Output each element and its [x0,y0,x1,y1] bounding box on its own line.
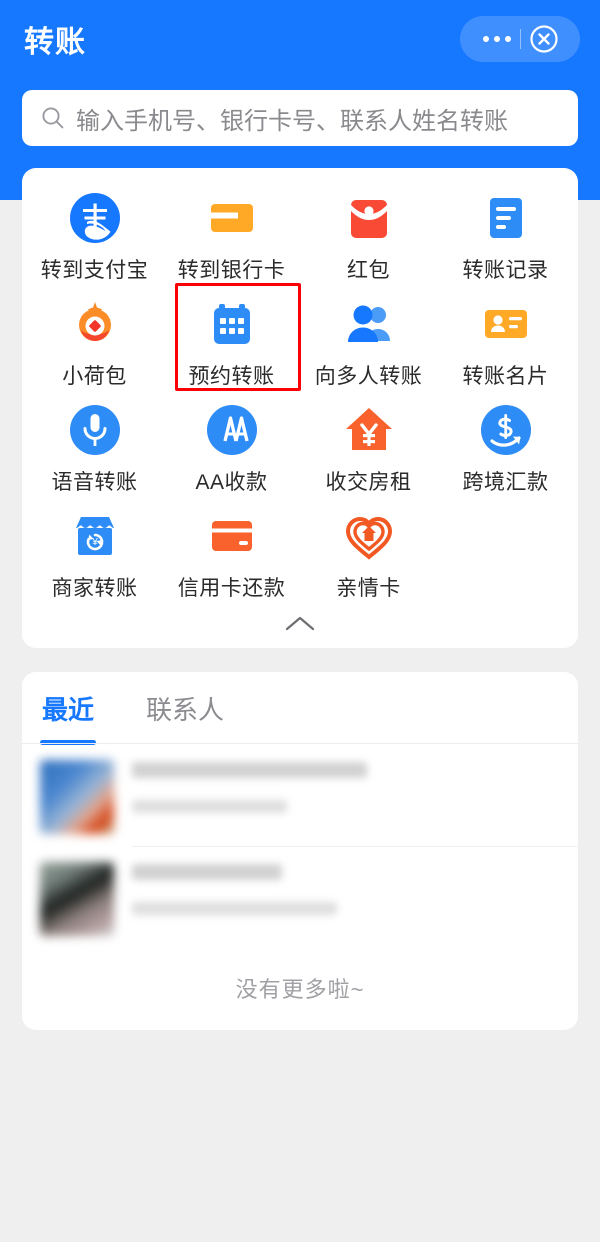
red-packet-icon [341,190,397,246]
bank-card-arrow-icon [204,190,260,246]
collapse-grid-button[interactable] [22,614,578,634]
nav-actions-capsule[interactable] [460,16,580,62]
list-item[interactable] [22,846,578,948]
calendar-icon [204,296,260,352]
grid-item-scheduled-transfer[interactable]: 预约转账 [163,288,300,394]
grid-item-label: 亲情卡 [336,577,401,600]
tab-recent[interactable]: 最近 [40,690,97,745]
grid-item-house-rent[interactable]: 收交房租 [300,394,437,500]
tab-bar: 最近 联系人 [22,672,578,745]
grid-item-label: 转到银行卡 [177,259,286,282]
list-item-subtitle [132,902,337,915]
no-more-text: 没有更多啦~ [235,977,365,1002]
tab-contacts[interactable]: 联系人 [144,690,226,727]
grid-item-family-card[interactable]: 亲情卡 [300,500,437,606]
grid-item-label: 收交房租 [325,471,412,494]
list-item-text [132,760,578,813]
aa-collect-icon [204,402,260,458]
list-item[interactable] [22,744,578,846]
list-item-subtitle [132,800,287,813]
grid-item-label: 向多人转账 [314,365,423,388]
credit-card-icon [204,508,260,564]
avatar [40,760,114,834]
grid-item-aa-collect[interactable]: AA收款 [163,394,300,500]
grid-item-red-packet[interactable]: 红包 [300,182,437,288]
chevron-up-icon [283,614,317,634]
grid-item-multi-people-transfer[interactable]: 向多人转账 [300,288,437,394]
cross-border-dollar-icon [478,402,534,458]
microphone-icon [67,402,123,458]
function-grid-card: 转到支付宝 转到银行卡 红包 转账记录 小荷包 预约转账 向多人转账 转账名片 … [22,168,578,648]
grid-item-label: 转账名片 [462,365,549,388]
list-item-name [132,864,282,880]
small-pocket-icon [67,296,123,352]
grid-item-cross-border-remittance[interactable]: 跨境汇款 [437,394,574,500]
grid-item-label: 商家转账 [51,577,138,600]
close-circle-icon[interactable] [521,24,567,54]
list-item-text [132,862,578,915]
grid-item-label: 红包 [347,259,390,282]
page-title: 转账 [24,26,86,59]
list-item-name [132,762,367,778]
house-rent-yuan-icon [341,402,397,458]
search-icon [40,105,66,131]
ellipsis-icon[interactable] [474,36,520,42]
grid-item-label: 小荷包 [62,365,127,388]
grid-item-merchant-transfer[interactable]: ¥ 商家转账 [26,500,163,606]
grid-item-label: 跨境汇款 [462,471,549,494]
avatar [40,862,114,936]
grid-item-transfer-card[interactable]: 转账名片 [437,288,574,394]
grid-item-label: 预约转账 [188,365,275,388]
grid-item-transfer-record[interactable]: 转账记录 [437,182,574,288]
recent-contacts-card: 最近 联系人 没有更多啦~ [22,672,578,1030]
grid-item-label: 信用卡还款 [177,577,286,600]
grid-item-label: 转账记录 [462,259,549,282]
multi-people-icon [341,296,397,352]
transfer-page: 转账 输入手机号、银行卡号、联系人姓名转账 转到支付宝 转到银行卡 红包 转账记… [0,0,600,1242]
alipay-logo-icon [67,190,123,246]
grid-item-label: 转到支付宝 [40,259,149,282]
function-grid: 转到支付宝 转到银行卡 红包 转账记录 小荷包 预约转账 向多人转账 转账名片 … [22,168,578,606]
family-heart-icon [341,508,397,564]
contact-card-icon [478,296,534,352]
grid-item-voice-transfer[interactable]: 语音转账 [26,394,163,500]
grid-item-small-pocket[interactable]: 小荷包 [26,288,163,394]
grid-item-bank-card-transfer[interactable]: 转到银行卡 [163,182,300,288]
svg-text:¥: ¥ [91,537,98,548]
merchant-shop-icon: ¥ [67,508,123,564]
search-input[interactable]: 输入手机号、银行卡号、联系人姓名转账 [22,90,578,146]
grid-item-alipay-transfer[interactable]: 转到支付宝 [26,182,163,288]
transfer-record-icon [478,190,534,246]
grid-item-label: 语音转账 [51,471,138,494]
grid-item-label: AA收款 [195,471,268,494]
grid-item-credit-card-repay[interactable]: 信用卡还款 [163,500,300,606]
search-placeholder: 输入手机号、银行卡号、联系人姓名转账 [76,107,508,135]
